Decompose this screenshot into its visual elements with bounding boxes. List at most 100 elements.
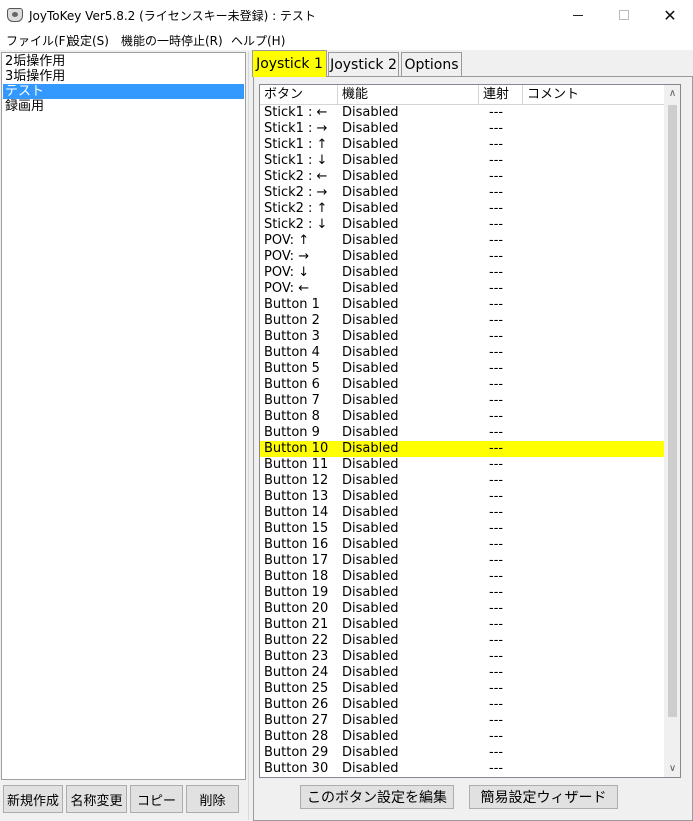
- column-header-rapid-fire[interactable]: 連射: [479, 85, 523, 104]
- chevron-up-icon[interactable]: ∧: [664, 85, 680, 102]
- menu-pause[interactable]: 機能の一時停止(R): [121, 32, 223, 49]
- menu-file[interactable]: ファイル(F): [6, 32, 70, 49]
- row-button-name: Button 19: [264, 585, 329, 600]
- maximize-icon: [619, 10, 629, 20]
- row-rapid-fire: ---: [489, 185, 504, 200]
- row-rapid-fire: ---: [489, 601, 504, 616]
- edit-button-setting-button[interactable]: このボタン設定を編集: [300, 785, 454, 809]
- row-rapid-fire: ---: [489, 105, 504, 120]
- table-row-highlighted[interactable]: Button 10 Disabled ---: [260, 441, 664, 457]
- table-row[interactable]: Stick2 : ↓ Disabled ---: [260, 217, 664, 233]
- table-row[interactable]: Button 24 Disabled ---: [260, 665, 664, 681]
- table-row[interactable]: POV: ↓ Disabled ---: [260, 265, 664, 281]
- chevron-down-icon[interactable]: ∨: [664, 760, 680, 777]
- table-row[interactable]: Button 28 Disabled ---: [260, 729, 664, 745]
- table-row[interactable]: Button 14 Disabled ---: [260, 505, 664, 521]
- tab-joystick-1[interactable]: Joystick 1: [252, 50, 327, 77]
- tab-options[interactable]: Options: [401, 52, 462, 76]
- tab-joystick-2[interactable]: Joystick 2: [328, 52, 399, 76]
- profile-list[interactable]: 2垢操作用 3垢操作用 テスト 録画用: [1, 52, 246, 780]
- table-row[interactable]: Button 6 Disabled ---: [260, 377, 664, 393]
- table-row[interactable]: Stick2 : ← Disabled ---: [260, 169, 664, 185]
- row-button-name: Stick2 : ↓: [264, 217, 328, 232]
- new-profile-button[interactable]: 新規作成: [3, 785, 63, 813]
- table-row[interactable]: Button 22 Disabled ---: [260, 633, 664, 649]
- table-row[interactable]: Button 5 Disabled ---: [260, 361, 664, 377]
- row-rapid-fire: ---: [489, 377, 504, 392]
- row-button-name: Stick1 : ↑: [264, 137, 328, 152]
- table-row[interactable]: Button 23 Disabled ---: [260, 649, 664, 665]
- profile-item[interactable]: 3垢操作用: [3, 69, 244, 84]
- menu-help[interactable]: ヘルプ(H): [231, 32, 285, 49]
- minimize-button[interactable]: [555, 0, 601, 30]
- row-button-name: Button 30: [264, 761, 329, 776]
- row-button-name: Button 23: [264, 649, 329, 664]
- row-rapid-fire: ---: [489, 425, 504, 440]
- table-row[interactable]: Button 19 Disabled ---: [260, 585, 664, 601]
- table-row[interactable]: Button 29 Disabled ---: [260, 745, 664, 761]
- profile-item-selected[interactable]: テスト: [3, 84, 244, 99]
- panel-splitter[interactable]: [248, 52, 251, 820]
- row-rapid-fire: ---: [489, 281, 504, 296]
- row-function: Disabled: [342, 553, 399, 568]
- column-header-button[interactable]: ボタン: [260, 85, 338, 104]
- menu-settings[interactable]: 設定(S): [68, 32, 109, 49]
- delete-profile-button[interactable]: 削除: [186, 785, 239, 813]
- table-row[interactable]: Button 17 Disabled ---: [260, 553, 664, 569]
- table-row[interactable]: Button 20 Disabled ---: [260, 601, 664, 617]
- table-row[interactable]: Button 8 Disabled ---: [260, 409, 664, 425]
- table-row[interactable]: Button 1 Disabled ---: [260, 297, 664, 313]
- row-function: Disabled: [342, 665, 399, 680]
- table-row[interactable]: Button 2 Disabled ---: [260, 313, 664, 329]
- column-header-comment[interactable]: コメント: [523, 85, 664, 104]
- table-row[interactable]: Button 3 Disabled ---: [260, 329, 664, 345]
- row-button-name: Button 5: [264, 361, 320, 376]
- table-row[interactable]: POV: → Disabled ---: [260, 249, 664, 265]
- maximize-button[interactable]: [601, 0, 647, 30]
- table-row[interactable]: Button 15 Disabled ---: [260, 521, 664, 537]
- profile-item[interactable]: 録画用: [3, 99, 244, 114]
- table-row[interactable]: Stick1 : → Disabled ---: [260, 121, 664, 137]
- row-button-name: Button 4: [264, 345, 320, 360]
- scrollbar-thumb[interactable]: [668, 105, 677, 717]
- copy-profile-button[interactable]: コピー: [130, 785, 183, 813]
- row-button-name: POV: ←: [264, 281, 310, 296]
- table-row[interactable]: Button 16 Disabled ---: [260, 537, 664, 553]
- row-function: Disabled: [342, 217, 399, 232]
- table-row[interactable]: Button 30 Disabled ---: [260, 761, 664, 777]
- table-row[interactable]: Stick1 : ← Disabled ---: [260, 105, 664, 121]
- table-row[interactable]: POV: ↑ Disabled ---: [260, 233, 664, 249]
- table-row[interactable]: Button 7 Disabled ---: [260, 393, 664, 409]
- vertical-scrollbar[interactable]: ∧ ∨: [664, 85, 680, 777]
- table-row[interactable]: Stick1 : ↑ Disabled ---: [260, 137, 664, 153]
- row-button-name: Button 3: [264, 329, 320, 344]
- table-row[interactable]: Button 4 Disabled ---: [260, 345, 664, 361]
- table-row[interactable]: Button 21 Disabled ---: [260, 617, 664, 633]
- row-function: Disabled: [342, 121, 399, 136]
- table-row[interactable]: Button 9 Disabled ---: [260, 425, 664, 441]
- table-row[interactable]: Button 18 Disabled ---: [260, 569, 664, 585]
- row-button-name: Button 6: [264, 377, 320, 392]
- row-button-name: Button 18: [264, 569, 329, 584]
- table-row[interactable]: Button 26 Disabled ---: [260, 697, 664, 713]
- table-row[interactable]: Stick2 : → Disabled ---: [260, 185, 664, 201]
- profile-item[interactable]: 2垢操作用: [3, 54, 244, 69]
- row-rapid-fire: ---: [489, 553, 504, 568]
- close-button[interactable]: ✕: [647, 0, 693, 30]
- row-function: Disabled: [342, 633, 399, 648]
- row-rapid-fire: ---: [489, 313, 504, 328]
- table-row[interactable]: Button 25 Disabled ---: [260, 681, 664, 697]
- setup-wizard-button[interactable]: 簡易設定ウィザード: [469, 785, 618, 809]
- table-row[interactable]: Button 13 Disabled ---: [260, 489, 664, 505]
- rename-profile-button[interactable]: 名称変更: [66, 785, 127, 813]
- row-button-name: Button 26: [264, 697, 329, 712]
- table-row[interactable]: Stick1 : ↓ Disabled ---: [260, 153, 664, 169]
- table-row[interactable]: Stick2 : ↑ Disabled ---: [260, 201, 664, 217]
- button-assignment-list[interactable]: ボタン 機能 連射 コメント Stick1 : ← Disabled --- Stic…: [259, 84, 681, 778]
- table-row[interactable]: Button 27 Disabled ---: [260, 713, 664, 729]
- table-row[interactable]: Button 12 Disabled ---: [260, 473, 664, 489]
- table-row[interactable]: Button 11 Disabled ---: [260, 457, 664, 473]
- column-header-function[interactable]: 機能: [338, 85, 479, 104]
- table-row[interactable]: POV: ← Disabled ---: [260, 281, 664, 297]
- row-button-name: Button 15: [264, 521, 329, 536]
